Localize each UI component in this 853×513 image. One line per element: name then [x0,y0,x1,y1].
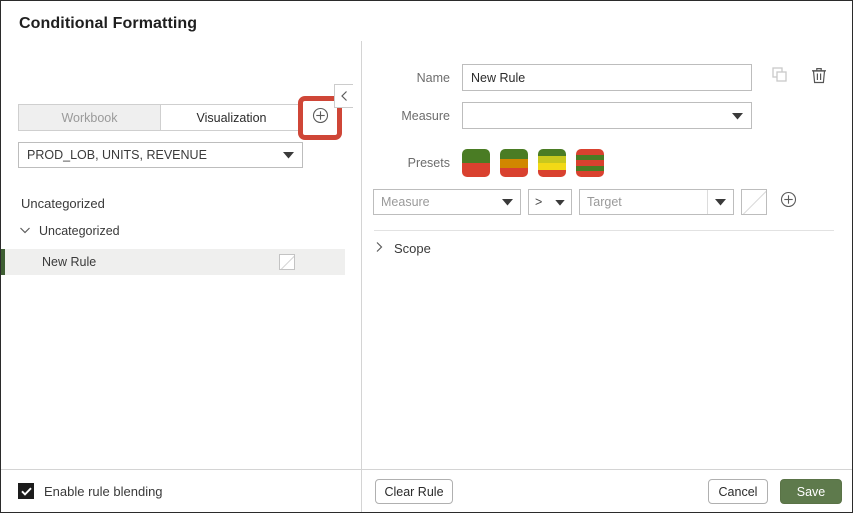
scope-section-toggle[interactable]: Scope [375,241,431,256]
save-button[interactable]: Save [780,479,842,504]
tab-workbook-label: Workbook [61,111,117,125]
condition-measure-placeholder: Measure [381,195,430,209]
chevron-down-icon [283,148,294,162]
condition-measure-select[interactable]: Measure [373,189,521,215]
add-rule-button[interactable] [307,105,333,131]
rule-item-label: New Rule [42,255,96,269]
chevron-down-icon [732,109,743,123]
enable-rule-blending-row[interactable]: Enable rule blending [18,483,163,499]
chevron-down-icon [19,224,31,238]
enable-rule-blending-checkbox[interactable] [18,483,34,499]
add-condition-button[interactable] [778,192,798,212]
subgroup-label: Uncategorized [39,224,120,238]
delete-rule-button[interactable] [809,68,829,88]
presets-row: Presets [362,149,614,177]
clear-rule-label: Clear Rule [384,485,443,499]
page-title: Conditional Formatting [19,15,197,33]
collapse-panel-button[interactable] [334,84,353,108]
chevron-down-icon [502,195,513,209]
chevron-left-icon [340,90,349,102]
measure-label: Measure [362,109,462,123]
columns-select[interactable]: PROD_LOB, UNITS, REVENUE [18,142,303,168]
chevron-down-icon [715,195,726,209]
condition-operator-value: > [535,195,542,209]
rules-left-panel: Workbook Visualization [1,41,361,512]
columns-select-value: PROD_LOB, UNITS, REVENUE [27,148,207,162]
group-header-uncategorized: Uncategorized [21,196,105,211]
no-format-swatch-icon[interactable] [279,254,295,270]
target-separator [707,190,708,214]
rule-editor-panel: Name New Rule [362,41,852,512]
chevron-right-icon [375,241,384,256]
rule-name-input[interactable]: New Rule [462,64,752,91]
scope-label: Scope [394,241,431,256]
tab-workbook[interactable]: Workbook [19,105,161,130]
cancel-label: Cancel [719,485,758,499]
condition-target-placeholder: Target [587,195,622,209]
preset-swatch-2[interactable] [500,149,528,177]
condition-operator-select[interactable]: > [528,189,572,215]
preset-swatch-1[interactable] [462,149,490,177]
conditional-formatting-dialog: Conditional Formatting Workbook Visualiz… [0,0,853,513]
list-item[interactable]: New Rule [1,249,345,275]
plus-circle-icon [312,107,329,129]
cancel-button[interactable]: Cancel [708,479,768,504]
preset-swatch-4[interactable] [576,149,604,177]
enable-rule-blending-label: Enable rule blending [44,484,163,499]
name-row: Name New Rule [362,64,829,91]
section-divider [374,230,834,231]
duplicate-rule-button[interactable] [770,68,790,88]
dialog-footer: Clear Rule Cancel Save [362,470,852,512]
copy-icon [772,67,788,88]
trash-icon [811,67,827,89]
preset-swatch-3[interactable] [538,149,566,177]
clear-rule-button[interactable]: Clear Rule [375,479,453,504]
chevron-down-icon [555,195,565,209]
presets-label: Presets [362,156,462,170]
subgroup-uncategorized[interactable]: Uncategorized [19,224,120,238]
condition-target-input[interactable]: Target [579,189,734,215]
rule-name-value: New Rule [471,71,525,85]
scope-tabs: Workbook Visualization [18,104,303,131]
save-label: Save [797,485,826,499]
selected-indicator [1,249,5,275]
plus-circle-icon [780,191,797,213]
tab-visualization[interactable]: Visualization [161,105,302,130]
measure-row: Measure [362,102,752,129]
left-footer-divider [1,469,361,470]
name-label: Name [362,71,462,85]
tab-visualization-label: Visualization [197,111,267,125]
condition-row: Measure > Target [373,189,798,215]
condition-format-swatch[interactable] [741,189,767,215]
measure-select[interactable] [462,102,752,129]
